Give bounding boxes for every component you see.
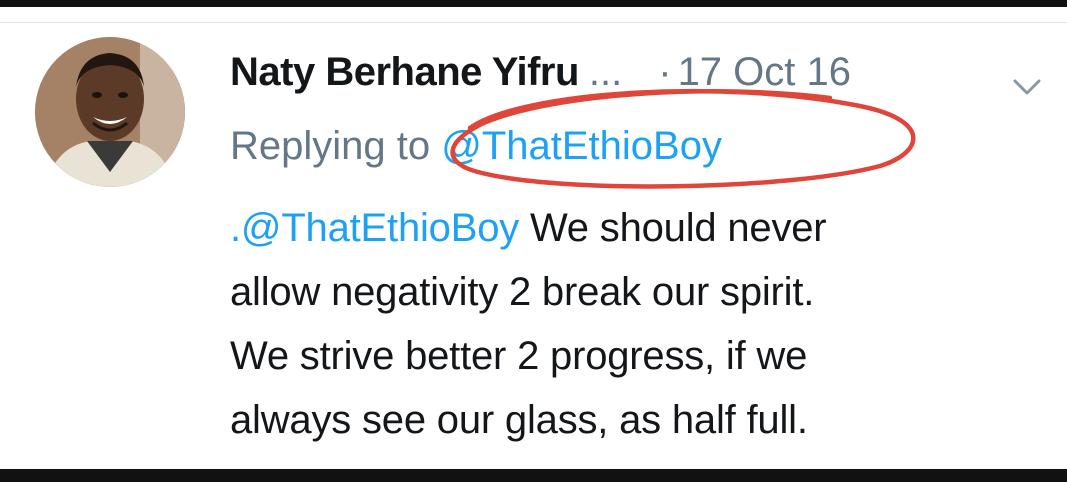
bottom-black-border bbox=[0, 469, 1067, 482]
replying-to-label: Replying to bbox=[230, 124, 442, 168]
reply-context: Replying to @ThatEthioBoy bbox=[230, 124, 722, 169]
tweet-text-line: always see our glass, as half full. bbox=[230, 398, 808, 442]
top-divider bbox=[0, 7, 1067, 23]
name-truncation: ... bbox=[588, 49, 623, 94]
reply-to-handle-link[interactable]: @ThatEthioBoy bbox=[441, 124, 722, 168]
tweet-text-line: allow negativity 2 break our spirit. bbox=[230, 270, 815, 314]
author-display-name[interactable]: Naty Berhane Yifru bbox=[230, 50, 579, 95]
person-avatar-icon bbox=[35, 37, 185, 187]
tweet-body: .@ThatEthioBoy We should never allow neg… bbox=[230, 196, 1030, 452]
header-separator: · bbox=[658, 49, 672, 94]
chevron-down-icon[interactable] bbox=[1012, 76, 1042, 98]
top-black-border bbox=[0, 0, 1067, 7]
tweet-text-segment: We should never bbox=[519, 206, 827, 250]
avatar[interactable] bbox=[35, 37, 185, 187]
tweet-timestamp[interactable]: 17 Oct 16 bbox=[678, 50, 851, 95]
body-mention-link[interactable]: .@ThatEthioBoy bbox=[230, 206, 519, 250]
tweet-text-line: We strive better 2 progress, if we bbox=[230, 334, 808, 378]
tweet-header: Naty Berhane Yifru ... · 17 Oct 16 bbox=[230, 42, 1050, 102]
tweet-text-line: .@ThatEthioBoy We should never bbox=[230, 196, 1030, 260]
